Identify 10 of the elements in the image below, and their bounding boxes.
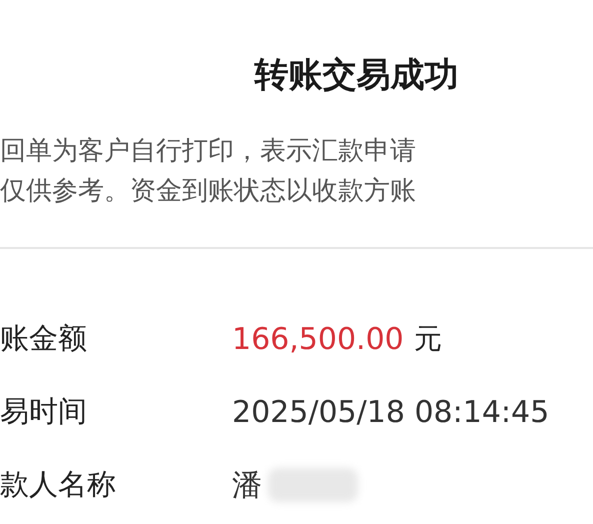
field-value: 潘 [232,466,262,504]
notice-text: 仅供参考。资金到账状态以收款方账 [0,175,417,208]
notice-text: 回单为客户自行打印，表示汇款申请 [0,135,417,168]
receipt-title: 转账交易成功 [253,54,460,97]
currency-unit: 元 [414,321,442,357]
field-value: 166,500.00 [232,320,404,358]
field-label: 易时间 [0,393,88,430]
field-value: 2025/05/18 08:14:45 [232,394,550,432]
field-label: 账金额 [0,320,88,358]
field-label: 款人名称 [0,466,117,504]
